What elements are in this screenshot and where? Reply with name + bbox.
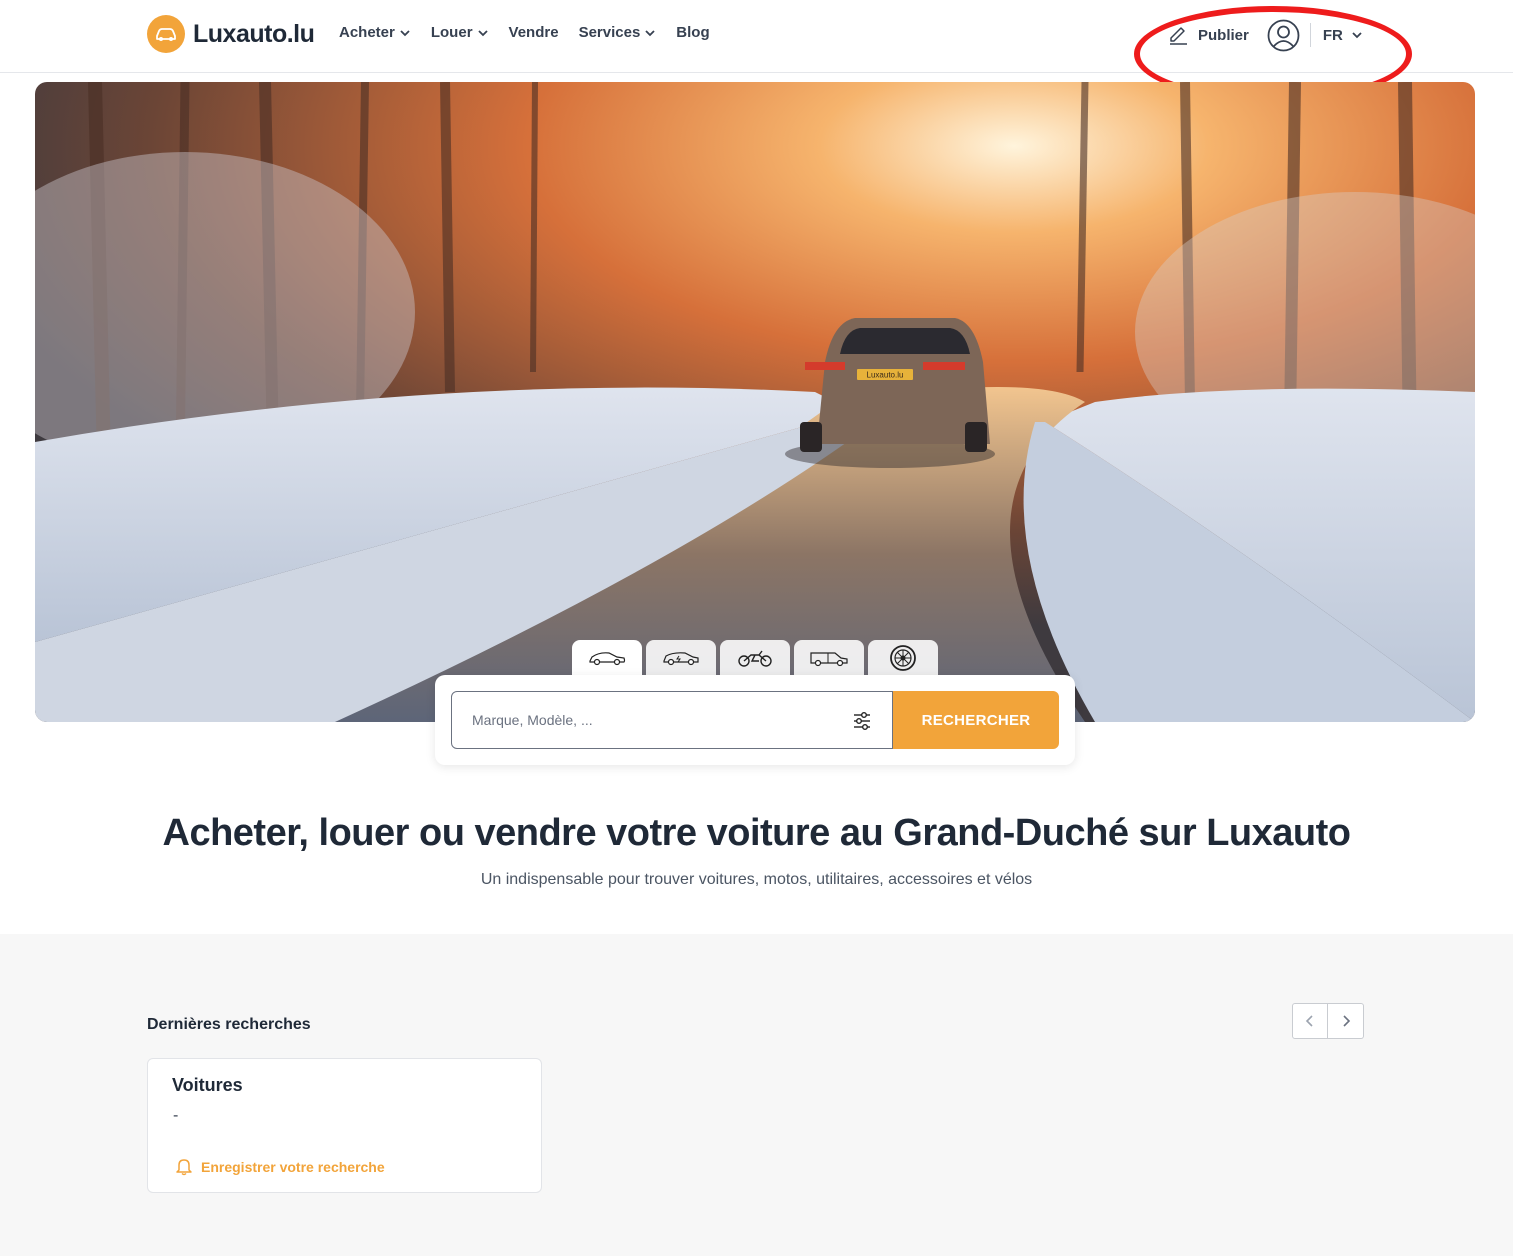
nav-buy-label: Acheter bbox=[339, 24, 395, 41]
hero-banner-image: Luxauto.lu bbox=[35, 82, 1475, 722]
nav-sell-label: Vendre bbox=[508, 24, 559, 41]
tab-utility-vehicles[interactable] bbox=[794, 640, 864, 675]
nav-blog-label: Blog bbox=[676, 24, 710, 41]
language-selector[interactable]: FR bbox=[1323, 27, 1363, 44]
nav-rent[interactable]: Louer bbox=[431, 24, 489, 41]
nav-sell[interactable]: Vendre bbox=[509, 24, 559, 41]
carousel-pager bbox=[1292, 1003, 1364, 1039]
main-nav: Acheter Louer Vendre Services Blog bbox=[339, 24, 710, 41]
search-panel: RECHERCHER bbox=[435, 675, 1075, 765]
search-field bbox=[451, 691, 893, 749]
recent-search-category: Voitures bbox=[172, 1075, 243, 1095]
save-search-label: Enregistrer votre recherche bbox=[201, 1158, 385, 1175]
chevron-down-icon bbox=[400, 29, 410, 36]
header-actions: Publier FR bbox=[1168, 17, 1363, 53]
save-search-link[interactable]: Enregistrer votre recherche bbox=[175, 1157, 385, 1176]
page-title: Acheter, louer ou vendre votre voiture a… bbox=[162, 812, 1351, 854]
tab-cars[interactable] bbox=[572, 640, 642, 675]
recent-searches-section: Dernières recherches Voitures - Enregist… bbox=[0, 934, 1513, 1256]
search-input[interactable] bbox=[452, 692, 822, 748]
tab-motorcycles[interactable] bbox=[720, 640, 790, 675]
recent-search-card[interactable]: Voitures - Enregistrer votre recherche bbox=[147, 1058, 542, 1193]
recent-searches-title: Dernières recherches bbox=[147, 1016, 311, 1033]
language-label: FR bbox=[1322, 26, 1343, 44]
motorcycle-icon bbox=[738, 650, 772, 667]
chevron-down-icon bbox=[1352, 32, 1362, 39]
tab-electric-cars[interactable] bbox=[646, 640, 716, 675]
pencil-icon bbox=[1170, 26, 1187, 45]
chevron-down-icon bbox=[645, 29, 655, 36]
chevron-left-icon bbox=[1305, 1015, 1313, 1027]
electric-car-icon bbox=[663, 651, 699, 665]
search-button[interactable]: RECHERCHER bbox=[893, 691, 1059, 749]
tab-accessories[interactable] bbox=[868, 640, 938, 675]
chevron-right-icon bbox=[1342, 1015, 1350, 1027]
header-divider bbox=[1309, 23, 1311, 47]
wheel-icon bbox=[890, 644, 916, 671]
nav-blog[interactable]: Blog bbox=[676, 24, 709, 41]
license-plate-text: Luxauto.lu bbox=[867, 371, 904, 380]
nav-rent-label: Louer bbox=[430, 24, 473, 41]
previous-button[interactable] bbox=[1292, 1003, 1328, 1039]
filter-sliders-icon[interactable] bbox=[852, 711, 872, 731]
site-header: Luxauto.lu Acheter Louer Vendre Services… bbox=[0, 0, 1513, 102]
car-icon bbox=[589, 651, 626, 665]
bell-icon bbox=[176, 1159, 192, 1176]
nav-buy[interactable]: Acheter bbox=[339, 24, 411, 41]
next-button[interactable] bbox=[1328, 1003, 1364, 1039]
logo[interactable]: Luxauto.lu bbox=[147, 15, 315, 53]
nav-services[interactable]: Services bbox=[579, 24, 657, 41]
recent-search-criteria: - bbox=[173, 1107, 179, 1124]
chevron-down-icon bbox=[477, 29, 488, 36]
car-logo-icon bbox=[147, 15, 185, 53]
van-icon bbox=[810, 651, 848, 666]
vehicle-type-tabs bbox=[572, 640, 938, 675]
brand-name: Luxauto.lu bbox=[193, 19, 315, 48]
page-subtitle: Un indispensable pour trouver voitures, … bbox=[480, 871, 1033, 888]
nav-services-label: Services bbox=[578, 24, 641, 41]
publish-button[interactable]: Publier bbox=[1168, 25, 1249, 46]
publish-label: Publier bbox=[1198, 26, 1249, 44]
user-account-icon[interactable] bbox=[1267, 19, 1300, 52]
